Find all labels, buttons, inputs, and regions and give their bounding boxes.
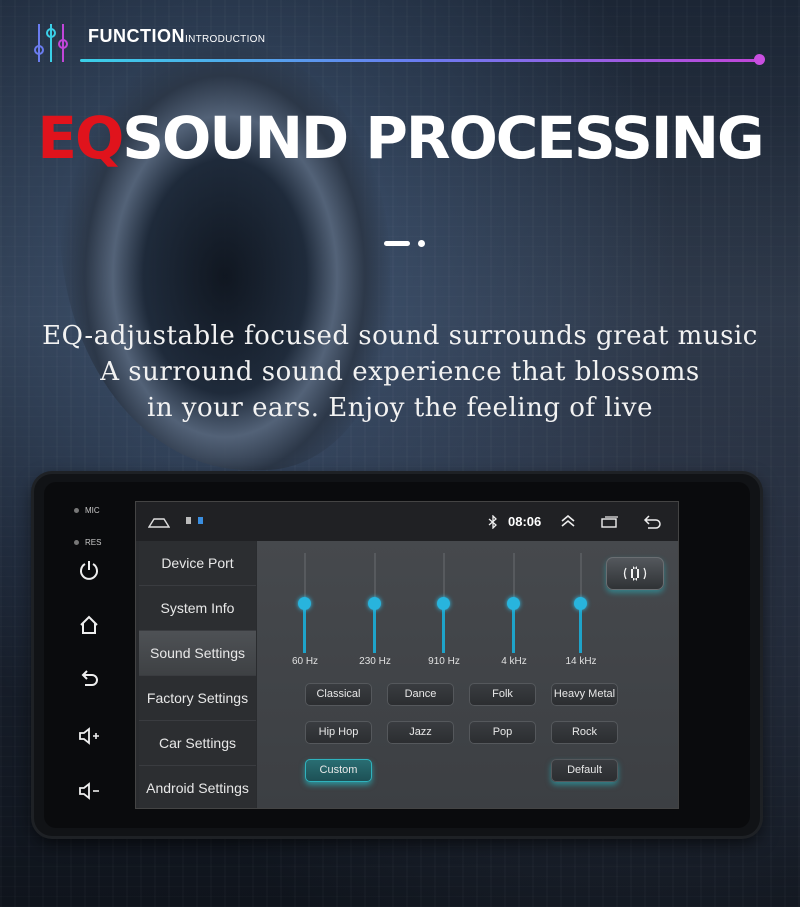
preset-pop-button[interactable]: Pop	[469, 721, 536, 744]
home-outline-icon[interactable]	[148, 516, 170, 528]
default-button[interactable]: Default	[551, 759, 618, 782]
headline-text: SOUND PROCESSING	[122, 104, 764, 172]
notification-icon	[186, 517, 191, 524]
function-header: FUNCTIONINTRODUCTION	[34, 20, 774, 70]
band-label: 60 Hz	[291, 656, 319, 667]
menu-item-car-settings[interactable]: Car Settings	[139, 721, 256, 766]
slider-knob[interactable]	[298, 597, 311, 610]
menu-item-factory-settings[interactable]: Factory Settings	[139, 676, 256, 721]
preset-dance-button[interactable]: Dance	[387, 683, 454, 706]
clock: 08:06	[508, 514, 542, 529]
head-unit-bezel: MIC RES 08:06 Device Port System Info So…	[44, 482, 750, 828]
tagline-line: EQ-adjustable focused sound surrounds gr…	[42, 321, 758, 351]
status-bar: 08:06	[136, 502, 678, 541]
settings-menu: Device Port System Info Sound Settings F…	[139, 541, 256, 808]
sd-card-icon	[198, 517, 203, 524]
preset-jazz-button[interactable]: Jazz	[387, 721, 454, 744]
surround-sound-button[interactable]	[606, 557, 664, 590]
page-headline: EQSOUND PROCESSING	[0, 104, 800, 172]
equalizer-bars-icon	[34, 24, 68, 62]
band-label: 14 kHz	[565, 656, 597, 667]
back-arrow-icon[interactable]	[642, 515, 662, 529]
touch-screen: 08:06 Device Port System Info Sound Sett…	[135, 501, 679, 809]
preset-hip-hop-button[interactable]: Hip Hop	[305, 721, 372, 744]
slider-knob[interactable]	[437, 597, 450, 610]
band-label: 910 Hz	[428, 656, 460, 667]
slider-knob[interactable]	[574, 597, 587, 610]
speaker-waves-icon	[623, 566, 647, 581]
band-label: 230 Hz	[359, 656, 391, 667]
expand-up-icon[interactable]	[560, 515, 576, 527]
tagline-line: A surround sound experience that blossom…	[100, 357, 700, 387]
gradient-divider	[80, 59, 758, 62]
tagline-line: in your ears. Enjoy the feeling of live	[147, 393, 653, 423]
mic-indicator	[74, 508, 79, 513]
head-unit: MIC RES 08:06 Device Port System Info So…	[34, 474, 760, 836]
menu-item-device-port[interactable]: Device Port	[139, 541, 256, 586]
reset-indicator[interactable]	[74, 540, 79, 545]
volume-down-icon[interactable]	[78, 780, 100, 802]
home-icon[interactable]	[78, 614, 100, 636]
equalizer-panel: 60 Hz 230 Hz 910 Hz 4 kHz 14 kHz Classic…	[257, 541, 678, 808]
bluetooth-icon	[488, 515, 497, 529]
preset-heavy-metal-button[interactable]: Heavy Metal	[551, 683, 618, 706]
function-title: FUNCTIONINTRODUCTION	[88, 26, 266, 46]
tagline: EQ-adjustable focused sound surrounds gr…	[0, 318, 800, 426]
slider-knob[interactable]	[368, 597, 381, 610]
preset-rock-button[interactable]: Rock	[551, 721, 618, 744]
volume-up-icon[interactable]	[78, 725, 100, 747]
power-icon[interactable]	[78, 559, 100, 581]
divider-end-dot	[754, 54, 765, 65]
headline-accent: EQ	[37, 104, 124, 172]
reset-label: RES	[85, 538, 102, 547]
back-icon[interactable]	[78, 668, 100, 690]
mic-label: MIC	[85, 506, 100, 515]
slider-knob[interactable]	[507, 597, 520, 610]
preset-custom-button[interactable]: Custom	[305, 759, 372, 782]
preset-folk-button[interactable]: Folk	[469, 683, 536, 706]
menu-item-sound-settings[interactable]: Sound Settings	[139, 631, 256, 676]
preset-classical-button[interactable]: Classical	[305, 683, 372, 706]
recent-apps-icon[interactable]	[601, 516, 619, 528]
menu-item-android-settings[interactable]: Android Settings	[139, 766, 256, 808]
band-label: 4 kHz	[501, 656, 527, 667]
menu-item-system-info[interactable]: System Info	[139, 586, 256, 631]
function-subtitle: INTRODUCTION	[185, 34, 266, 45]
